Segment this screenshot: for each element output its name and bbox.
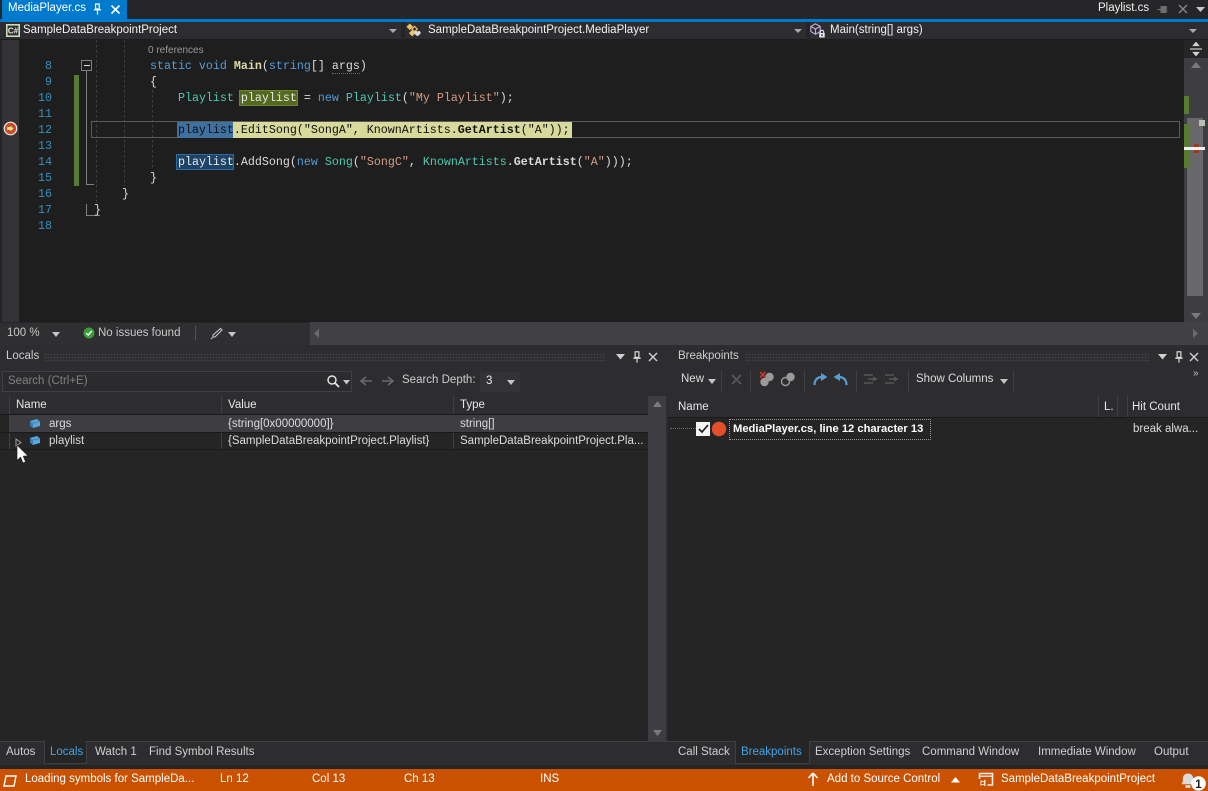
- svg-text:1: 1: [1195, 779, 1202, 791]
- svg-text:C#: C#: [8, 27, 19, 36]
